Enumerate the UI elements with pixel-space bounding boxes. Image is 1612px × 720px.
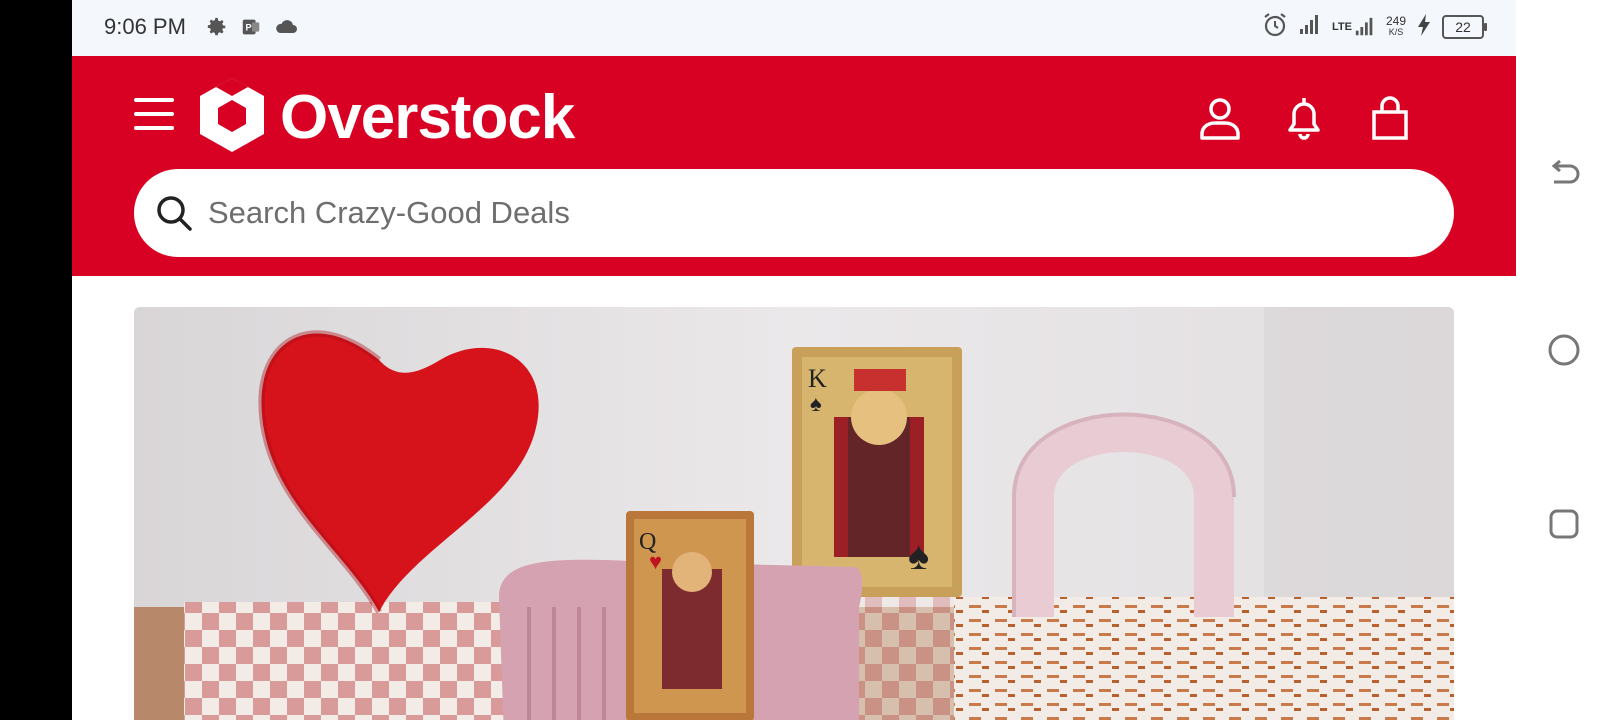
status-right-icons: LTE 249 K/S 22 (1262, 12, 1487, 41)
app-screen: 9:06 PM P LTE 249 K/S 22 Overstock Searc… (72, 0, 1516, 720)
svg-text:P: P (246, 23, 252, 33)
back-button[interactable] (1546, 158, 1582, 194)
brand-logo[interactable]: Overstock (198, 76, 575, 159)
notifications-button[interactable] (1280, 94, 1328, 142)
brand-name: Overstock (280, 83, 575, 152)
lte-signal-icon: LTE (1332, 16, 1376, 38)
cart-button[interactable] (1366, 94, 1414, 142)
svg-text:♥: ♥ (649, 549, 662, 574)
home-icon (1548, 334, 1580, 366)
network-speed: 249 K/S (1385, 13, 1406, 38)
speed-unit: K/S (1388, 26, 1404, 37)
alarm-icon (1262, 12, 1288, 41)
menu-button[interactable] (134, 98, 176, 132)
battery-indicator: 22 (1442, 14, 1487, 39)
svg-text:♠: ♠ (810, 391, 822, 416)
home-button[interactable] (1546, 332, 1582, 368)
search-bar[interactable] (134, 169, 1454, 257)
settings-icon (206, 16, 228, 43)
bell-icon (1288, 98, 1320, 140)
search-icon (157, 196, 192, 231)
battery-level: 22 (1455, 18, 1471, 35)
svg-text:K: K (808, 364, 827, 393)
signal-icon (1298, 14, 1322, 39)
logo-icon (198, 76, 266, 159)
svg-text:♠: ♠ (908, 534, 929, 578)
network-type: LTE (1332, 20, 1352, 33)
user-icon (1200, 98, 1240, 140)
speed-value: 249 (1385, 13, 1406, 28)
recents-button[interactable] (1546, 506, 1582, 542)
bag-icon (1372, 96, 1408, 140)
app-header: Overstock (72, 56, 1516, 276)
account-button[interactable] (1196, 94, 1244, 142)
recents-icon (1549, 509, 1579, 539)
status-time: 9:06 PM (104, 14, 186, 39)
app-p-icon: P (240, 16, 262, 43)
menu-icon-line (134, 126, 174, 130)
system-nav-bar (1516, 0, 1612, 720)
back-icon (1551, 159, 1580, 184)
hero-image: K ♠ ♠ Q ♥ (134, 307, 1454, 720)
cloud-icon (274, 17, 298, 42)
search-input[interactable] (206, 194, 1410, 232)
hero-banner[interactable]: K ♠ ♠ Q ♥ (134, 307, 1454, 720)
charging-icon (1416, 13, 1432, 40)
menu-icon-line (134, 112, 174, 116)
menu-icon (134, 98, 174, 102)
status-bar: 9:06 PM P LTE 249 K/S 22 (72, 0, 1516, 56)
status-left-icons: P (206, 16, 298, 43)
